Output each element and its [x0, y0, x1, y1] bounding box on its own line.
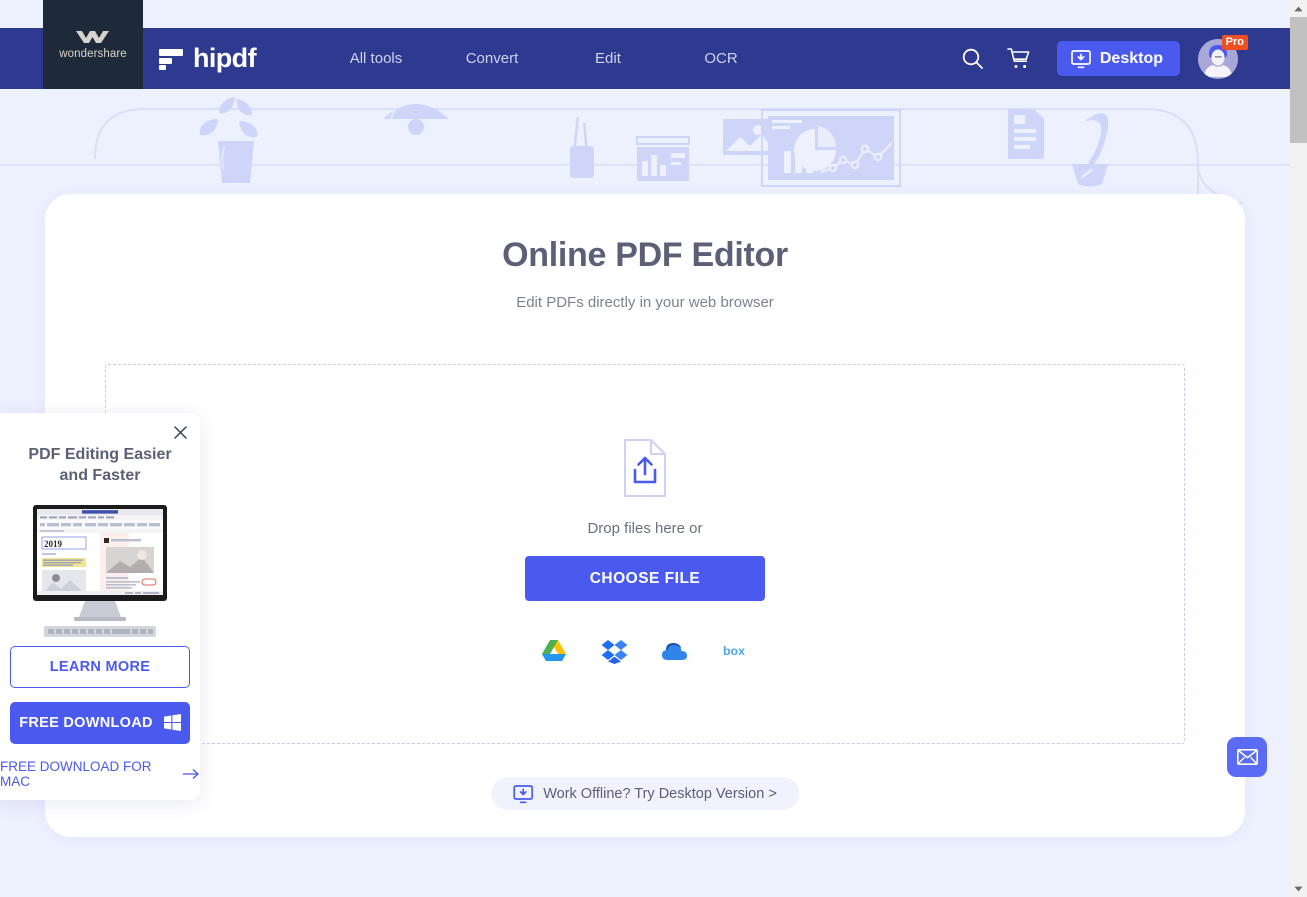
promo-free-download-label: FREE DOWNLOAD — [19, 714, 153, 731]
scrollbar-down-button[interactable] — [1290, 880, 1307, 897]
nav-item-edit[interactable]: Edit — [550, 42, 666, 75]
hero-decoration — [0, 89, 1290, 204]
search-button[interactable] — [950, 36, 996, 82]
main-navbar: hipdf All tools Convert Edit OCR Desktop… — [0, 28, 1290, 89]
nav-links: All tools Convert Edit OCR — [318, 42, 776, 75]
promo-mac-download-link[interactable]: FREE DOWNLOAD FOR MAC — [0, 759, 200, 789]
scrollbar-up-button[interactable] — [1290, 0, 1307, 17]
hipdf-brand[interactable]: hipdf — [158, 43, 257, 74]
onedrive-button[interactable] — [661, 637, 690, 665]
wondershare-label: wondershare — [59, 47, 127, 60]
file-upload-icon — [624, 439, 666, 497]
monitor-download-icon — [513, 784, 534, 803]
top-strip — [0, 0, 1290, 28]
close-icon — [173, 425, 187, 439]
desktop-button[interactable]: Desktop — [1056, 41, 1180, 76]
page-subtitle: Edit PDFs directly in your web browser — [516, 294, 774, 311]
envelope-icon — [1236, 749, 1258, 765]
promo-popup: PDF Editing Easier and Faster 2019 LEARN… — [0, 413, 200, 800]
scroll-down-arrow-icon — [1294, 886, 1303, 891]
promo-learn-more-button[interactable]: LEARN MORE — [10, 645, 190, 688]
promo-title: PDF Editing Easier and Faster — [28, 446, 172, 484]
desk-illustration-icon — [0, 97, 1290, 204]
dropbox-button[interactable] — [601, 637, 629, 665]
box-button[interactable]: box — [723, 637, 751, 665]
file-dropzone[interactable]: Drop files here or CHOOSE FILE box — [105, 364, 1185, 744]
hipdf-wordmark: hipdf — [193, 43, 257, 73]
drop-files-label: Drop files here or — [587, 520, 703, 537]
page-root: wondershare hipdf All tools Convert Edit… — [0, 0, 1290, 897]
nav-item-convert[interactable]: Convert — [434, 42, 550, 75]
desktop-button-label: Desktop — [1099, 49, 1163, 67]
promo-free-download-button[interactable]: FREE DOWNLOAD — [10, 701, 190, 744]
cart-button[interactable] — [996, 36, 1042, 82]
windows-logo-icon — [163, 714, 181, 732]
box-icon: box — [723, 644, 745, 658]
pro-badge: Pro — [1221, 34, 1248, 50]
desktop-version-link[interactable]: Work Offline? Try Desktop Version > — [491, 777, 799, 810]
vertical-scrollbar[interactable] — [1290, 0, 1307, 897]
search-icon — [963, 48, 984, 69]
nav-item-all-tools[interactable]: All tools — [318, 42, 434, 75]
main-card: Online PDF Editor Edit PDFs directly in … — [45, 194, 1245, 837]
hipdf-logo-icon — [159, 48, 183, 70]
scroll-up-arrow-icon — [1294, 6, 1303, 11]
svg-text:box: box — [723, 644, 745, 658]
nav-item-ocr[interactable]: OCR — [666, 42, 776, 75]
desktop-monitor-preview-icon: 2019 — [33, 504, 167, 637]
scrollbar-thumb[interactable] — [1290, 17, 1307, 143]
promo-mac-label: FREE DOWNLOAD FOR MAC — [0, 758, 152, 789]
page-title: Online PDF Editor — [502, 236, 788, 274]
account-avatar[interactable]: Pro — [1198, 34, 1248, 79]
monitor-download-icon — [1071, 49, 1091, 68]
dropbox-icon — [601, 639, 628, 664]
choose-file-button[interactable]: CHOOSE FILE — [525, 556, 765, 601]
promo-close-button[interactable] — [169, 421, 191, 443]
wondershare-badge[interactable]: wondershare — [43, 0, 143, 89]
desktop-version-label: Work Offline? Try Desktop Version > — [543, 785, 777, 802]
arrow-right-icon — [183, 768, 199, 779]
google-drive-icon — [541, 640, 566, 661]
svg-text:2019: 2019 — [44, 539, 63, 549]
cart-icon — [1007, 48, 1030, 68]
contact-mail-button[interactable] — [1227, 737, 1267, 777]
cloud-sources: box — [540, 637, 751, 665]
google-drive-button[interactable] — [540, 637, 568, 665]
onedrive-icon — [661, 643, 687, 660]
nav-right-actions: Desktop Pro — [950, 34, 1248, 82]
wondershare-logo-icon — [76, 30, 109, 43]
